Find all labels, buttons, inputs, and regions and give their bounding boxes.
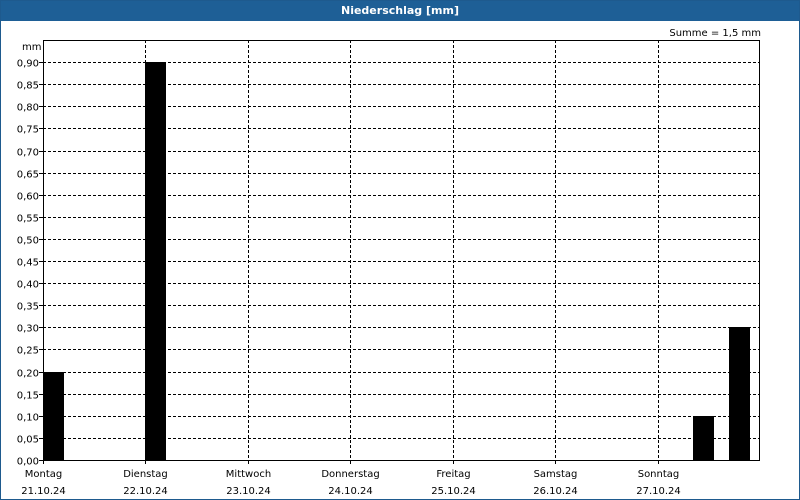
x-tick-day-label: Dienstag [123,469,168,480]
x-tick-day-label: Montag [25,469,62,480]
precipitation-bar [729,327,750,460]
y-tick-label: 0,90 [17,59,39,70]
y-tick-label: 0,10 [17,413,39,424]
y-tick-label: 0,50 [17,236,39,247]
x-tick-date-label: 26.10.24 [533,486,578,497]
y-tick-label: 0,45 [17,258,39,269]
x-tick-day-label: Samstag [534,469,578,480]
precipitation-bar [693,416,714,460]
x-tick-day-label: Donnerstag [321,469,379,480]
x-tick-date-label: 25.10.24 [431,486,476,497]
y-tick-label: 0,55 [17,214,39,225]
labels: mm Summe = 1,5 mm 0,00 0,05 0,10 0,15 0,20 0,… [17,28,761,497]
y-tick-label: 0,00 [17,457,39,468]
x-tick-day-label: Sonntag [638,469,680,480]
x-tick-day-label: Mittwoch [226,469,271,480]
x-tick-date-label: 23.10.24 [226,486,271,497]
y-tick-label: 0,40 [17,280,39,291]
y-tick-label: 0,60 [17,192,39,203]
y-tick-label: 0,35 [17,302,39,313]
y-tick-label: 0,80 [17,103,39,114]
y-tick-label: 0,15 [17,391,39,402]
y-tick-label: 0,65 [17,170,39,181]
x-tick-date-label: 24.10.24 [328,486,373,497]
x-tick-date-label: 21.10.24 [21,486,66,497]
y-tick-label: 0,05 [17,435,39,446]
y-axis-unit-label: mm [22,42,41,53]
x-tick-day-label: Freitag [436,469,470,480]
precipitation-chart: mm Summe = 1,5 mm 0,00 0,05 0,10 0,15 0,20 0,… [17,28,761,497]
y-tick-label: 0,20 [17,369,39,380]
y-tick-label: 0,70 [17,148,39,159]
y-tick-label: 0,30 [17,324,39,335]
precipitation-bar [145,62,166,460]
y-tick-label: 0,25 [17,346,39,357]
y-tick-label: 0,85 [17,81,39,92]
precipitation-bar [43,372,64,460]
y-tick-label: 0,75 [17,125,39,136]
x-tick-date-label: 27.10.24 [636,486,681,497]
sum-label: Summe = 1,5 mm [669,28,761,39]
x-tick-date-label: 22.10.24 [123,486,168,497]
